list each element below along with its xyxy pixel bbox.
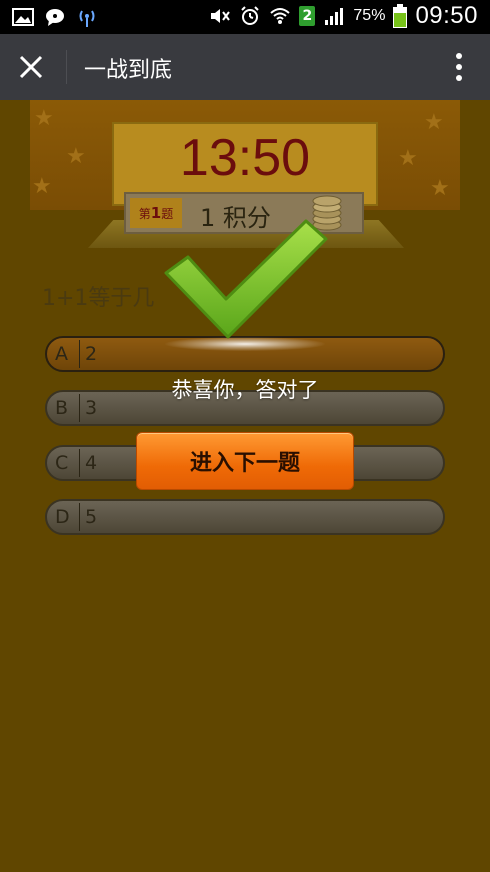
option-separator bbox=[79, 340, 80, 368]
checkmark-icon bbox=[164, 219, 328, 339]
question-number-prefix: 第 bbox=[138, 206, 151, 221]
alarm-icon bbox=[241, 6, 260, 25]
status-bar-right: 2 75% 09:50 bbox=[209, 2, 478, 30]
page-title: 一战到底 bbox=[84, 58, 173, 83]
sim-badge: 2 bbox=[299, 6, 316, 26]
status-clock: 09:50 bbox=[415, 2, 478, 29]
app-bar: 一战到底 bbox=[0, 34, 490, 100]
option-value: 2 bbox=[85, 343, 98, 365]
option-value: 5 bbox=[85, 506, 98, 528]
star-icon: ★ bbox=[398, 146, 418, 171]
battery-percent: 75% bbox=[353, 7, 386, 24]
status-bar: 2 75% 09:50 bbox=[0, 0, 490, 34]
next-question-button[interactable]: 进入下一题 bbox=[136, 432, 354, 490]
countdown-timer: 13:50 bbox=[179, 129, 311, 187]
option-letter: A bbox=[55, 343, 68, 365]
wifi-icon bbox=[270, 8, 291, 24]
close-icon[interactable] bbox=[14, 50, 48, 84]
mute-icon bbox=[211, 9, 231, 23]
option-value: 4 bbox=[85, 452, 98, 474]
star-icon: ★ bbox=[424, 110, 444, 135]
option-separator bbox=[79, 503, 80, 531]
option-letter: C bbox=[55, 452, 69, 474]
battery-icon bbox=[393, 4, 408, 28]
result-message: 恭喜你，答对了 bbox=[171, 378, 319, 402]
star-icon: ★ bbox=[66, 144, 86, 169]
more-vertical-icon[interactable] bbox=[454, 52, 464, 82]
option-letter: D bbox=[55, 506, 70, 528]
star-icon: ★ bbox=[32, 174, 52, 199]
broadcast-icon bbox=[79, 10, 95, 27]
status-bar-left bbox=[12, 6, 98, 28]
image-icon bbox=[12, 8, 34, 26]
option-d[interactable]: D 5 bbox=[45, 499, 445, 535]
star-icon: ★ bbox=[430, 176, 450, 201]
question-text: 1+1等于几 bbox=[42, 286, 155, 311]
star-icon: ★ bbox=[34, 106, 54, 131]
chat-bubble-icon bbox=[46, 9, 64, 26]
option-separator bbox=[79, 449, 80, 477]
app-bar-divider bbox=[66, 50, 67, 84]
signal-icon bbox=[325, 8, 344, 25]
